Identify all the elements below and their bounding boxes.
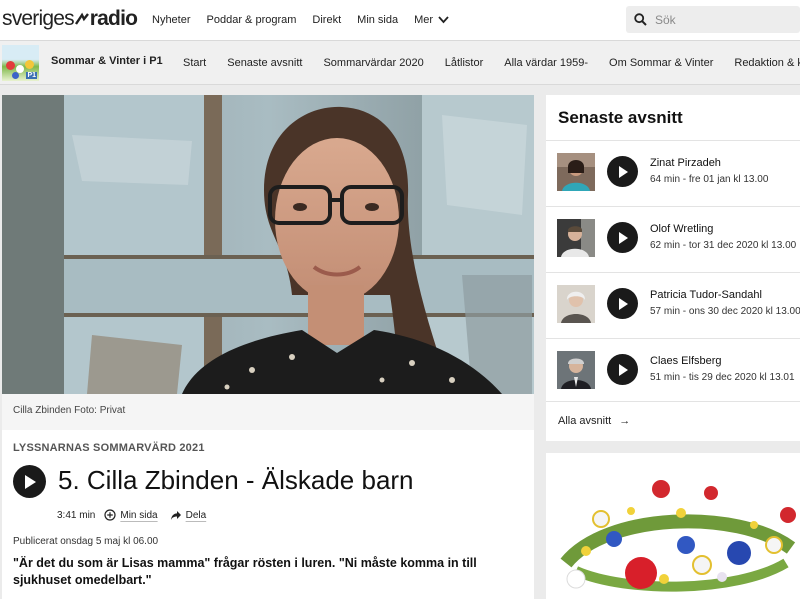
episode-meta: 3:41 min Min sida Dela [57,509,218,521]
sveriges-radio-logo[interactable]: sveriges radio [2,7,138,31]
program-nav-senaste-avsnitt[interactable]: Senaste avsnitt [227,57,302,69]
all-episodes-label: Alla avsnitt [558,415,612,427]
episode-thumbnail [557,153,595,191]
latest-episodes-title: Senaste avsnitt [558,108,683,127]
episode-play-button[interactable] [607,288,638,319]
episode-play-button[interactable] [607,354,638,385]
episode-host-name: Olof Wretling [650,223,714,235]
nav-direkt[interactable]: Direkt [312,14,341,26]
program-bar: P1 Sommar & Vinter i P1 Start Senaste av… [0,40,800,85]
program-nav-alla-vardar[interactable]: Alla värdar 1959- [504,57,588,69]
nav-nyheter[interactable]: Nyheter [152,14,191,26]
my-page-label: Min sida [120,509,158,521]
play-icon [618,297,628,310]
episode-thumbnail [557,219,595,257]
episode-list-item[interactable]: Patricia Tudor-Sandahl 57 min - ons 30 d… [546,272,800,338]
share-icon [170,510,181,520]
chevron-down-icon [438,16,449,24]
episode-meta: 62 min - tor 31 dec 2020 kl 13.00 [650,240,797,251]
play-icon [618,231,628,244]
program-nav: Start Senaste avsnitt Sommarvärdar 2020 … [183,41,800,84]
portrait-image [2,95,534,394]
hero-photo [2,95,534,394]
program-nav-redaktion-kontakt[interactable]: Redaktion & kontakt [734,57,800,69]
share-button[interactable]: Dela [170,509,207,521]
program-title[interactable]: Sommar & Vinter i P1 [51,55,163,67]
episode-list-item[interactable]: Zinat Pirzadeh 64 min - fre 01 jan kl 13… [546,140,800,206]
play-icon [618,363,628,376]
nav-poddar-program[interactable]: Poddar & program [207,14,297,26]
program-nav-sommarvardar-2020[interactable]: Sommarvärdar 2020 [323,57,423,69]
program-nav-om-sommar-vinter[interactable]: Om Sommar & Vinter [609,57,713,69]
logo-text-left: sveriges [2,7,75,30]
episode-host-name: Patricia Tudor-Sandahl [650,289,762,301]
play-icon [24,474,36,489]
flower-wreath-image [546,453,800,599]
episode-list-item[interactable]: Olof Wretling 62 min - tor 31 dec 2020 k… [546,206,800,272]
episode-list-item[interactable]: Claes Elfsberg 51 min - tis 29 dec 2020 … [546,338,800,404]
nav-more-button[interactable]: Mer [414,14,449,26]
share-label: Dela [185,509,207,521]
nav-min-sida[interactable]: Min sida [357,14,398,26]
episode-title: 5. Cilla Zbinden - Älskade barn [58,465,414,495]
episode-meta: 57 min - ons 30 dec 2020 kl 13.00 [650,306,800,317]
play-button[interactable] [13,465,46,498]
search-icon [634,13,647,26]
program-nav-start[interactable]: Start [183,57,206,69]
episode-thumbnail [557,351,595,389]
logo-mark-icon [74,12,89,25]
episode-play-button[interactable] [607,156,638,187]
search-box[interactable] [626,6,800,33]
episode-duration: 3:41 min [57,509,96,521]
published-date: Publicerat onsdag 5 maj kl 06.00 [13,536,159,547]
nav-more-label: Mer [414,14,434,26]
play-icon [618,165,628,178]
top-bar: sveriges radio Nyheter Poddar & program D… [0,0,800,40]
latest-episodes-panel: Senaste avsnitt Zinat Pirzadeh 64 min - … [546,95,800,441]
episode-meta: 51 min - tis 29 dec 2020 kl 13.01 [650,372,795,383]
program-nav-latlistor[interactable]: Låtlistor [445,57,484,69]
program-logo[interactable]: P1 [2,45,39,81]
episode-play-button[interactable] [607,222,638,253]
main-nav: Nyheter Poddar & program Direkt Min sida… [152,0,465,40]
logo-text-right: radio [89,7,138,30]
episode-kicker[interactable]: LYSSNARNAS SOMMARVÄRD 2021 [13,442,205,454]
plus-circle-icon [104,509,116,521]
episode-host-name: Claes Elfsberg [650,355,722,367]
episode-host-name: Zinat Pirzadeh [650,157,721,169]
arrow-right-icon: → [619,415,631,427]
all-episodes-link[interactable]: Alla avsnitt → [546,401,800,441]
article-card: Cilla Zbinden Foto: Privat LYSSNARNAS SO… [2,95,534,599]
episode-meta: 64 min - fre 01 jan kl 13.00 [650,174,769,185]
add-to-my-page-button[interactable]: Min sida [104,509,158,521]
episode-thumbnail [557,285,595,323]
search-input[interactable] [655,12,785,27]
promo-card[interactable] [546,453,800,599]
article-lead: "Är det du som är Lisas mamma" frågar rö… [13,556,477,587]
photo-caption: Cilla Zbinden Foto: Privat [2,394,534,430]
